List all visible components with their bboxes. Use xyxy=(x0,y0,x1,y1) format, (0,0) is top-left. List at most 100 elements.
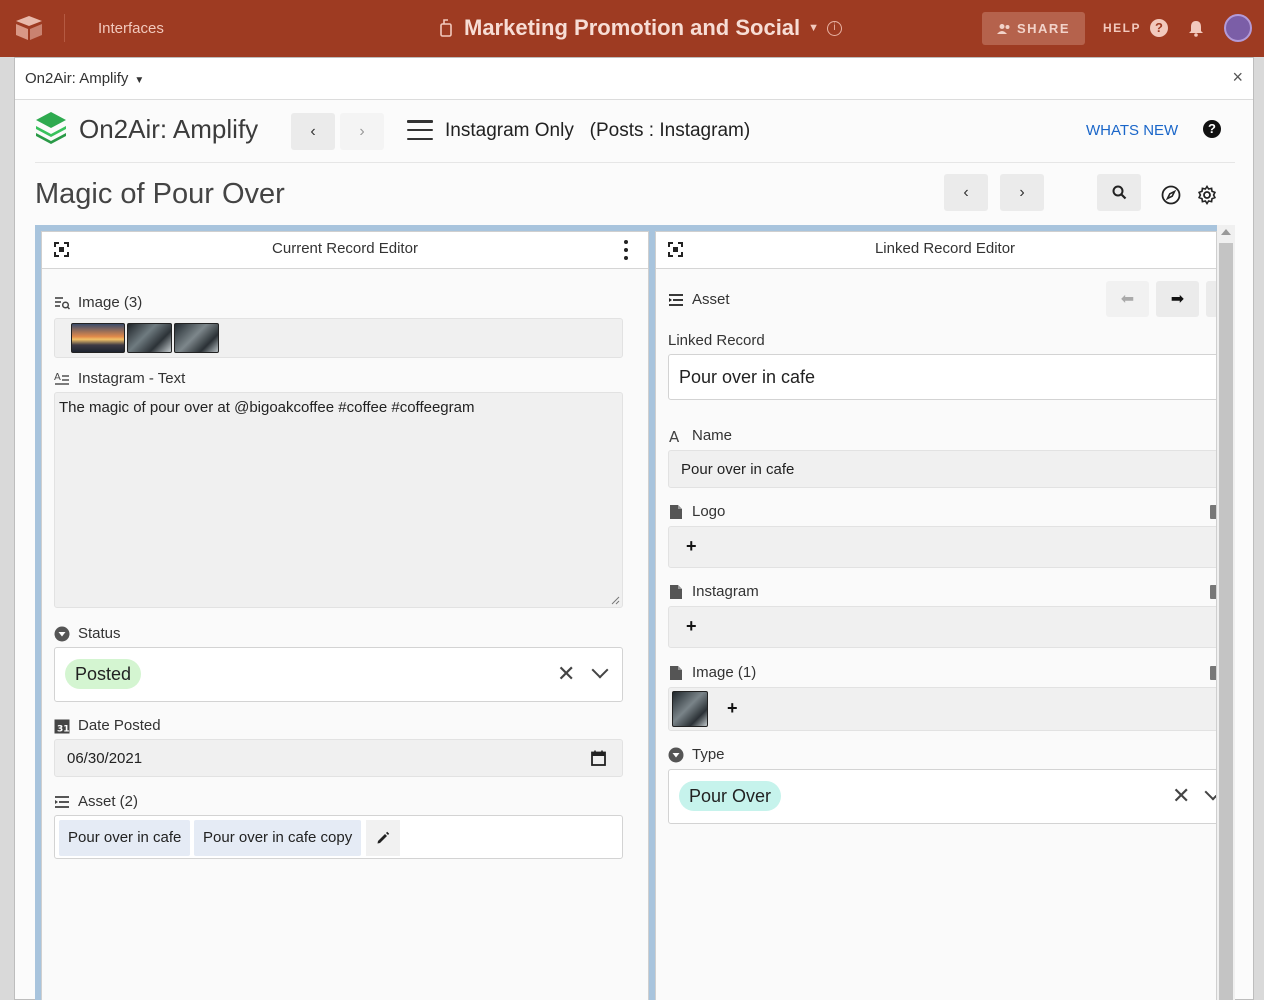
file-icon xyxy=(670,584,682,599)
app-header: On2Air: Amplify ‹ › Instagram Only (Post… xyxy=(35,100,1235,163)
current-editor-title: Current Record Editor xyxy=(272,240,418,257)
long-text-icon: A xyxy=(54,372,69,385)
calendar-icon: 31 xyxy=(54,719,70,734)
linked-editor-scrollbar[interactable] xyxy=(1217,225,1235,1000)
image-thumbnail[interactable] xyxy=(174,323,219,353)
menu-icon[interactable] xyxy=(407,120,433,140)
image-thumbnail[interactable] xyxy=(672,691,708,727)
status-label-text: Status xyxy=(78,625,121,642)
info-icon[interactable]: i xyxy=(827,20,843,36)
base-icon xyxy=(440,19,452,37)
resize-handle-icon[interactable] xyxy=(610,595,620,605)
single-select-icon xyxy=(54,626,70,641)
linked-record-icon xyxy=(55,795,69,808)
arrow-right-icon: ➡ xyxy=(1170,291,1185,308)
type-badge: Pour Over xyxy=(679,781,782,811)
extension-panel: On2Air: Amplify ▼ × On2Air: Amplify ‹ › I… xyxy=(14,57,1254,1000)
compass-icon[interactable] xyxy=(1161,185,1181,205)
top-app-bar: Interfaces Marketing Promotion and Socia… xyxy=(0,0,1264,57)
instagram-text-value: The magic of pour over at @bigoakcoffee … xyxy=(59,399,475,416)
view-prev-button[interactable]: ‹ xyxy=(291,113,335,150)
linked-record-select[interactable]: Pour over in cafe xyxy=(668,354,1216,400)
name-field-label: A Name xyxy=(668,427,732,444)
view-selector[interactable]: Instagram Only (Posts : Instagram) xyxy=(445,120,750,142)
linked-record-editor: Linked Record Editor Asset ⬅ ➡ Linked Re… xyxy=(655,231,1217,1000)
instagram-label-text: Instagram xyxy=(692,583,759,600)
edit-assets-button[interactable] xyxy=(366,820,400,856)
instagram-text-textarea[interactable]: The magic of pour over at @bigoakcoffee … xyxy=(54,392,623,608)
linked-record-value: Pour over in cafe xyxy=(679,367,816,387)
date-posted-input[interactable]: 06/30/2021 xyxy=(54,739,623,777)
linked-extra-button[interactable] xyxy=(1206,281,1216,317)
trash-icon[interactable] xyxy=(1210,585,1216,599)
logo-field-label: Logo xyxy=(668,503,725,520)
date-posted-label-text: Date Posted xyxy=(78,717,161,734)
linked-image-label-text: Image (1) xyxy=(692,664,757,681)
chevron-down-icon[interactable]: ▼ xyxy=(808,22,819,34)
help-link[interactable]: HELP xyxy=(1103,21,1141,35)
scrollbar-thumb[interactable] xyxy=(1219,243,1233,1000)
layers-logo-icon xyxy=(36,112,66,144)
image-thumbnail[interactable] xyxy=(71,323,125,353)
more-options-icon[interactable] xyxy=(624,240,628,260)
bell-icon[interactable] xyxy=(1187,19,1205,37)
interfaces-link[interactable]: Interfaces xyxy=(98,20,164,37)
close-button[interactable]: × xyxy=(1232,67,1243,88)
add-image-button[interactable]: + xyxy=(727,698,738,719)
chevron-right-icon: › xyxy=(1019,183,1025,201)
user-avatar[interactable] xyxy=(1224,14,1252,42)
status-select[interactable]: Posted ✕ xyxy=(54,647,623,702)
editors-container: Current Record Editor Image (3) A Instag… xyxy=(35,225,1235,1000)
chevron-down-icon[interactable] xyxy=(1204,783,1216,801)
clear-type-icon[interactable]: ✕ xyxy=(1172,783,1190,809)
chevron-right-icon: › xyxy=(359,122,365,140)
name-input[interactable]: Pour over in cafe xyxy=(668,450,1216,488)
date-posted-value: 06/30/2021 xyxy=(67,750,143,767)
share-button[interactable]: SHARE xyxy=(982,12,1085,45)
asset-chip[interactable]: Pour over in cafe xyxy=(59,820,191,856)
attachment-list-icon xyxy=(55,296,70,310)
linked-record-label-text: Linked Record xyxy=(668,332,765,349)
logo-attachments: + xyxy=(668,526,1216,568)
asset-chip[interactable]: Pour over in cafe copy xyxy=(194,820,362,856)
type-label-text: Type xyxy=(692,746,725,763)
whats-new-link[interactable]: WHATS NEW xyxy=(1086,122,1178,139)
trash-icon[interactable] xyxy=(1210,666,1216,680)
add-logo-button[interactable]: + xyxy=(686,536,697,557)
type-select[interactable]: Pour Over ✕ xyxy=(668,769,1216,824)
scroll-up-icon[interactable] xyxy=(1221,229,1231,235)
image-label-text: Image (3) xyxy=(78,294,143,311)
search-button[interactable] xyxy=(1097,174,1141,211)
app-title: On2Air: Amplify xyxy=(79,114,259,144)
chevron-down-icon[interactable] xyxy=(591,661,609,679)
record-prev-button[interactable]: ‹ xyxy=(944,174,988,211)
image-attachments[interactable] xyxy=(54,318,623,358)
calendar-picker-icon[interactable] xyxy=(591,750,606,766)
help-circle-icon[interactable]: ? xyxy=(1203,120,1221,138)
clear-status-icon[interactable]: ✕ xyxy=(557,661,575,687)
add-instagram-button[interactable]: + xyxy=(686,616,697,637)
app-logo-icon[interactable] xyxy=(14,14,44,42)
instagram-text-label: A Instagram - Text xyxy=(54,370,185,387)
help-icon[interactable]: ? xyxy=(1150,19,1168,37)
svg-text:A: A xyxy=(54,372,61,383)
status-field-label: Status xyxy=(54,625,121,642)
view-next-button[interactable]: › xyxy=(340,113,384,150)
record-title: Magic of Pour Over xyxy=(35,178,285,210)
file-icon xyxy=(670,665,682,680)
image-field-label: Image (3) xyxy=(54,294,142,311)
linked-editor-header: Linked Record Editor xyxy=(656,232,1216,269)
image-thumbnail[interactable] xyxy=(127,323,172,353)
current-editor-header: Current Record Editor xyxy=(42,232,648,269)
linked-prev-button[interactable]: ⬅ xyxy=(1106,281,1149,317)
base-title-group[interactable]: Marketing Promotion and Social ▼ i xyxy=(438,15,843,41)
view-table: (Posts : Instagram) xyxy=(589,120,751,141)
trash-icon[interactable] xyxy=(1210,505,1216,519)
linked-next-button[interactable]: ➡ xyxy=(1156,281,1199,317)
extension-name: On2Air: Amplify xyxy=(25,70,129,87)
extension-dropdown[interactable]: On2Air: Amplify ▼ xyxy=(25,70,144,87)
linked-record-icon xyxy=(669,293,683,306)
record-next-button[interactable]: › xyxy=(1000,174,1044,211)
caret-down-icon: ▼ xyxy=(134,75,145,86)
gear-icon[interactable] xyxy=(1197,185,1217,205)
